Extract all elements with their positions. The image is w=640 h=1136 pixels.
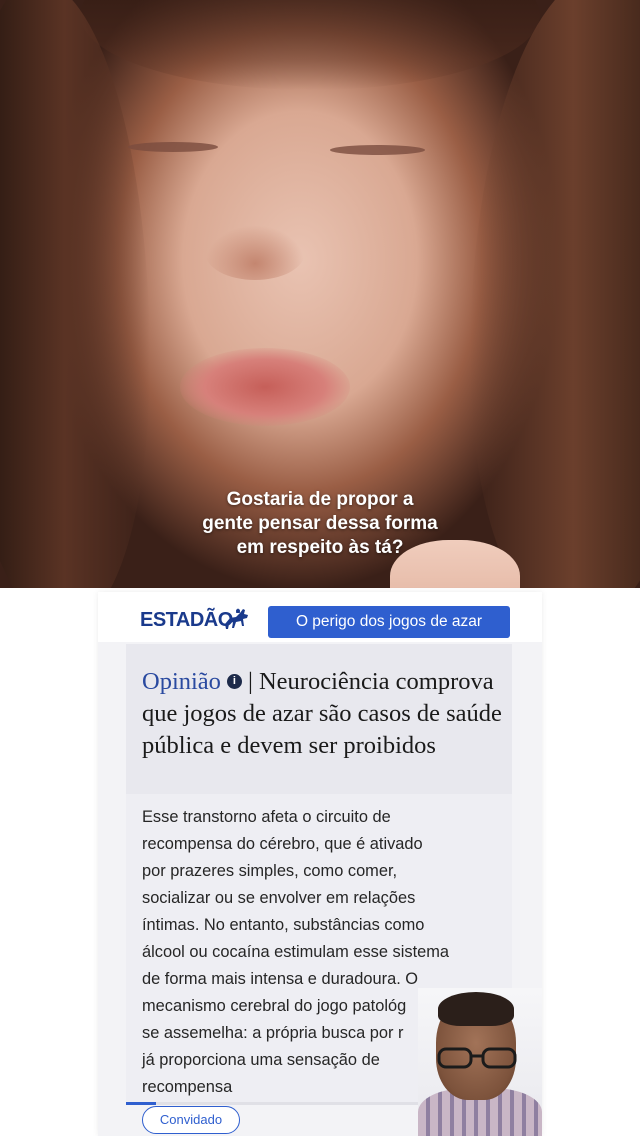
caption-line: gente pensar dessa forma [202,513,438,534]
face-eye [128,142,218,152]
body-line: socializar ou se envolver em relações [142,889,416,907]
opinion-kicker[interactable]: Opinião [142,668,221,695]
body-line: íntimas. No entanto, substâncias como [142,916,425,934]
body-line: recompensa do cérebro, que é ativado [142,835,423,853]
article-headline: Opinião i | Neurociência comprova que jogo… [142,666,512,762]
headline-separator: | [247,668,253,695]
video-caption: Gostaria de propor a gente pensar dessa … [120,488,520,560]
presenter-pip [418,988,542,1136]
face-lips [180,348,350,426]
face-nose [205,225,305,280]
caption-line: em respeito às tá? [236,537,404,558]
presenter-hair [438,992,514,1026]
speaker-video: Gostaria de propor a gente pensar dessa … [0,0,640,588]
body-line: álcool ou cocaína estimulam esse sistema [142,943,450,961]
topic-tag[interactable]: O perigo dos jogos de azar [268,606,510,638]
brand-logo: ESTADÃO [140,609,233,631]
reading-progress-fill [126,1102,156,1105]
glasses-icon [437,1047,517,1069]
info-icon[interactable]: i [226,673,242,689]
hair-shape [80,0,540,90]
caption-line: Gostaria de propor a [226,489,414,510]
body-line: por prazeres simples, como comer, [142,862,398,880]
guest-tag[interactable]: Convidado [142,1106,240,1134]
horse-rider-logo-icon [225,608,248,629]
body-line: Esse transtorno afeta o circuito de [142,808,391,826]
face-eye [330,145,425,155]
reading-progress [126,1102,426,1105]
